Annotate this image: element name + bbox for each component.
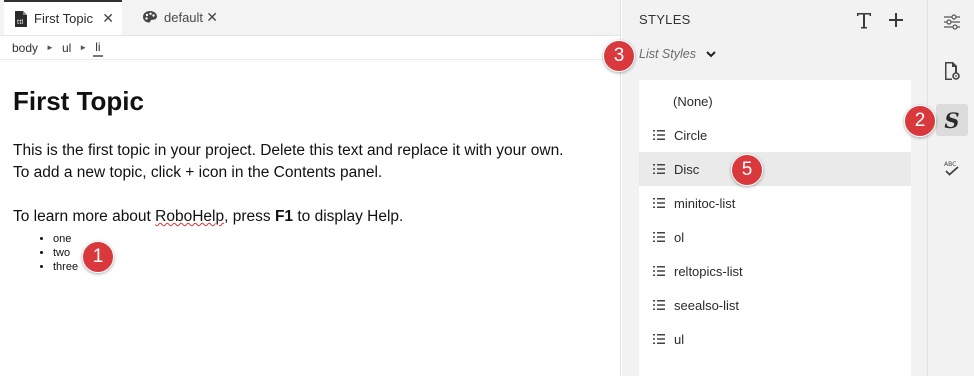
dropdown-value: List Styles [639, 47, 696, 61]
chevron-down-icon [706, 51, 716, 58]
properties-sliders-icon[interactable] [936, 6, 968, 38]
callout-badge-5: 5 [731, 154, 763, 186]
tab-label: default [164, 10, 204, 25]
style-item-none[interactable]: (None) [639, 84, 911, 118]
style-item-seealso-list[interactable]: seealso-list [639, 288, 911, 322]
breadcrumb-body[interactable]: body [12, 41, 38, 55]
style-type-dropdown[interactable]: List Styles [639, 47, 716, 61]
style-item-disc[interactable]: Disc [639, 152, 911, 186]
topic-heading[interactable]: First Topic [13, 84, 613, 118]
style-item-label: Circle [674, 127, 708, 143]
style-item-minitoc-list[interactable]: minitoc-list [639, 186, 911, 220]
styles-panel: STYLES List Styles (None) Circle Disc mi… [622, 0, 927, 376]
help-paragraph[interactable]: To learn more about RoboHelp, press F1 t… [13, 206, 613, 228]
close-icon[interactable]: ✕ [102, 10, 114, 27]
styles-glyph: S [944, 107, 960, 133]
breadcrumb-li[interactable]: li [93, 39, 103, 57]
document-icon: ttl [14, 10, 28, 27]
style-item-label: Disc [674, 161, 700, 177]
close-icon[interactable]: ✕ [206, 9, 218, 26]
style-item-label: reltopics-list [674, 263, 743, 279]
list-style-icon [653, 198, 665, 208]
style-item-label: ul [674, 331, 685, 347]
list-style-icon [653, 232, 665, 242]
callout-badge-3: 3 [603, 40, 635, 72]
breadcrumb-ul[interactable]: ul [62, 41, 71, 55]
style-item-ol[interactable]: ol [639, 220, 911, 254]
callout-badge-2: 2 [904, 105, 936, 137]
help-text: to display Help. [293, 208, 404, 225]
spellcheck-word: RoboHelp [155, 208, 225, 225]
help-key: F1 [274, 208, 294, 225]
breadcrumb: body ► ul ► li [0, 36, 620, 60]
panel-title: STYLES [639, 12, 691, 27]
style-item-reltopics-list[interactable]: reltopics-list [639, 254, 911, 288]
list-style-icon [653, 130, 665, 140]
help-text: To learn more about [13, 208, 156, 225]
breadcrumb-separator: ► [46, 43, 54, 52]
spellcheck-icon[interactable]: ABC [936, 152, 968, 184]
topic-settings-icon[interactable] [936, 55, 968, 87]
text-style-icon[interactable] [852, 8, 876, 32]
style-item-label: (None) [673, 93, 713, 109]
list-style-icon [653, 334, 665, 344]
list-item[interactable]: one [53, 232, 613, 246]
list-style-icon [653, 300, 665, 310]
list-style-icon [653, 266, 665, 276]
list-style-icon [653, 164, 665, 174]
style-list: (None) Circle Disc minitoc-list ol relto… [639, 80, 911, 376]
tab-bar: ttl First Topic ✕ default ✕ [0, 0, 620, 36]
style-item-label: seealso-list [674, 297, 740, 313]
editor-pane: ttl First Topic ✕ default ✕ body ► ul ► … [0, 0, 621, 376]
list-item[interactable]: two [53, 246, 613, 260]
add-style-icon[interactable] [884, 8, 908, 32]
style-item-ul[interactable]: ul [639, 322, 911, 356]
callout-badge-1: 1 [82, 241, 114, 273]
list-item[interactable]: three [53, 260, 613, 274]
tab-default[interactable]: default ✕ [132, 0, 232, 35]
tab-first-topic[interactable]: ttl First Topic ✕ [4, 0, 122, 35]
style-item-label: minitoc-list [674, 195, 736, 211]
right-rail: S ABC [927, 0, 974, 376]
paragraph-line-1[interactable]: This is the first topic in your project.… [13, 140, 613, 162]
paragraph-line-2[interactable]: To add a new topic, click + icon in the … [13, 162, 613, 184]
breadcrumb-separator: ► [79, 43, 88, 52]
style-item-circle[interactable]: Circle [639, 118, 911, 152]
svg-text:ttl: ttl [17, 19, 24, 26]
tab-label: First Topic [34, 11, 93, 26]
styles-icon[interactable]: S [936, 104, 968, 136]
help-text: , press [224, 208, 275, 225]
svg-text:ABC: ABC [944, 161, 956, 168]
palette-icon [142, 10, 158, 26]
style-item-label: ol [674, 229, 685, 245]
